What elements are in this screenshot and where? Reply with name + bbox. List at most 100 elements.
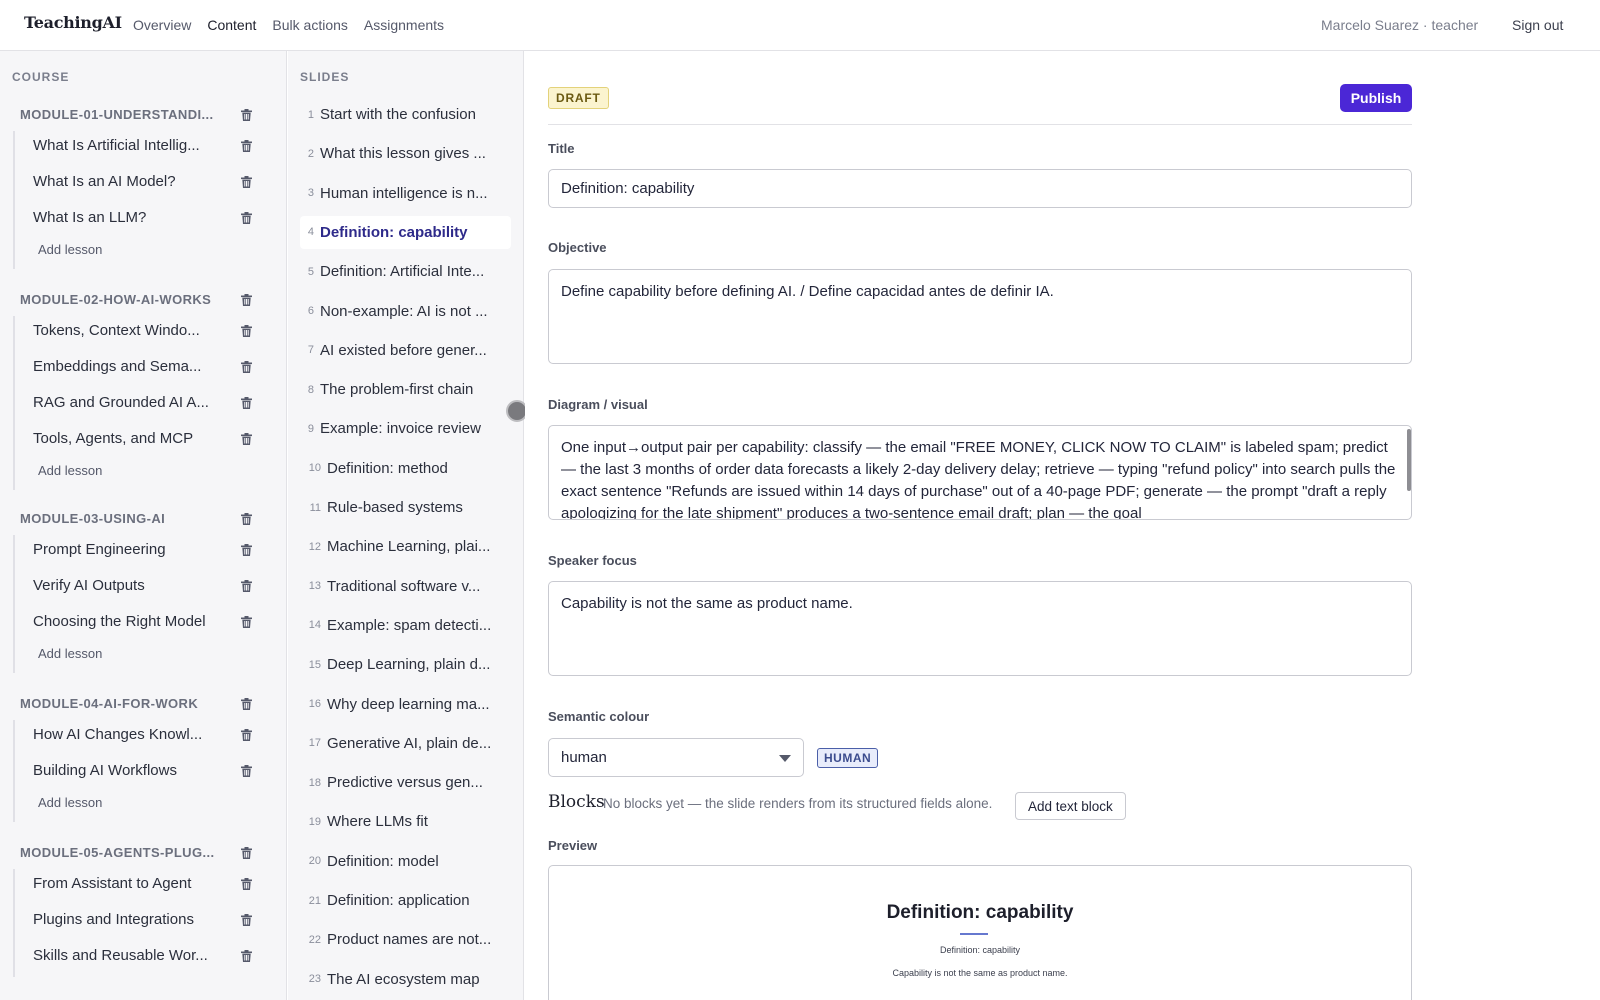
delete-lesson-icon[interactable] — [241, 729, 252, 741]
slide-item[interactable]: 15 Deep Learning, plain d... — [300, 648, 511, 681]
lesson-item[interactable]: Skills and Reusable Wor... — [33, 947, 215, 964]
slide-item[interactable]: 1 Start with the confusion — [300, 98, 511, 131]
nav-bulk-actions[interactable]: Bulk actions — [272, 17, 347, 33]
module-title[interactable]: MODULE-03-USING-AI — [20, 511, 220, 526]
delete-lesson-icon[interactable] — [241, 140, 252, 152]
add-lesson-button[interactable]: Add lesson — [38, 646, 102, 661]
chevron-down-icon — [779, 755, 791, 762]
slide-item[interactable]: 4 Definition: capability — [300, 215, 511, 249]
lesson-item[interactable]: Tokens, Context Windo... — [33, 322, 215, 339]
add-text-block-button[interactable]: Add text block — [1015, 792, 1126, 820]
delete-module-icon[interactable] — [241, 294, 252, 306]
slide-item[interactable]: 2 What this lesson gives ... — [300, 137, 511, 170]
slide-item[interactable]: 6 Non-example: AI is not ... — [300, 295, 511, 328]
lesson-item[interactable]: From Assistant to Agent — [33, 875, 215, 892]
delete-module-icon[interactable] — [241, 847, 252, 859]
slide-number: 19 — [308, 815, 321, 828]
slide-item[interactable]: 23 The AI ecosystem map — [300, 963, 511, 996]
module-title[interactable]: MODULE-04-AI-FOR-WORK — [20, 696, 220, 711]
delete-module-icon[interactable] — [241, 513, 252, 525]
slide-number: 8 — [307, 383, 314, 396]
objective-textarea[interactable]: Define capability before defining AI. / … — [548, 269, 1412, 364]
delete-lesson-icon[interactable] — [241, 212, 252, 224]
main-nav: Overview Content Bulk actions Assignment… — [133, 17, 460, 33]
delete-lesson-icon[interactable] — [241, 616, 252, 628]
nav-overview[interactable]: Overview — [133, 17, 191, 33]
slide-item[interactable]: 22 Product names are not... — [300, 923, 511, 956]
slide-number: 13 — [308, 580, 321, 593]
delete-lesson-icon[interactable] — [241, 325, 252, 337]
lesson-item[interactable]: Tools, Agents, and MCP — [33, 430, 215, 447]
module-title[interactable]: MODULE-01-UNDERSTANDI... — [20, 107, 220, 122]
slide-item[interactable]: 18 Predictive versus gen... — [300, 766, 511, 799]
lesson-item[interactable]: What Is an LLM? — [33, 209, 215, 226]
lesson-item[interactable]: RAG and Grounded AI A... — [33, 394, 215, 411]
slide-item[interactable]: 5 Definition: Artificial Inte... — [300, 255, 511, 288]
nav-content[interactable]: Content — [207, 17, 256, 33]
app-logo[interactable]: TeachingAI — [24, 13, 122, 32]
slide-item[interactable]: 21 Definition: application — [300, 884, 511, 917]
slide-title: Definition: application — [327, 892, 470, 909]
module-title[interactable]: MODULE-02-HOW-AI-WORKS — [20, 292, 220, 307]
slide-number: 11 — [309, 501, 321, 514]
slide-item[interactable]: 14 Example: spam detecti... — [300, 609, 511, 642]
slide-item[interactable]: 9 Example: invoice review — [300, 412, 511, 445]
preview-accent-bar — [960, 933, 988, 935]
slide-title: Human intelligence is n... — [320, 184, 488, 202]
diagram-textarea[interactable]: One input→output pair per capability: cl… — [548, 425, 1412, 520]
delete-lesson-icon[interactable] — [241, 361, 252, 373]
slide-item[interactable]: 16 Why deep learning ma... — [300, 688, 511, 721]
lesson-item[interactable]: How AI Changes Knowl... — [33, 726, 215, 743]
speaker-focus-textarea[interactable]: Capability is not the same as product na… — [548, 581, 1412, 676]
slides-list: SLIDES 1 Start with the confusion 2 What th… — [288, 51, 524, 1000]
slide-item[interactable]: 17 Generative AI, plain de... — [300, 727, 511, 760]
lesson-item[interactable]: What Is an AI Model? — [33, 173, 215, 190]
slide-item[interactable]: 20 Definition: model — [300, 845, 511, 878]
sign-out-link[interactable]: Sign out — [1512, 17, 1563, 33]
delete-lesson-icon[interactable] — [241, 580, 252, 592]
publish-button[interactable]: Publish — [1340, 84, 1412, 112]
delete-lesson-icon[interactable] — [241, 878, 252, 890]
lesson-item[interactable]: Embeddings and Sema... — [33, 358, 215, 375]
slide-number: 12 — [308, 540, 321, 553]
add-lesson-button[interactable]: Add lesson — [38, 463, 102, 478]
title-input[interactable] — [548, 169, 1412, 208]
nav-assignments[interactable]: Assignments — [364, 17, 444, 33]
slide-number: 7 — [307, 344, 314, 357]
slide-item[interactable]: 13 Traditional software v... — [300, 570, 511, 603]
delete-lesson-icon[interactable] — [241, 765, 252, 777]
delete-module-icon[interactable] — [241, 109, 252, 121]
delete-lesson-icon[interactable] — [241, 914, 252, 926]
lesson-item[interactable]: Prompt Engineering — [33, 541, 215, 558]
slide-number: 17 — [308, 737, 321, 750]
slide-item[interactable]: 11 Rule-based systems — [300, 491, 511, 524]
delete-lesson-icon[interactable] — [241, 176, 252, 188]
slide-title: What this lesson gives ... — [320, 145, 486, 163]
slide-number: 20 — [308, 855, 321, 868]
add-lesson-button[interactable]: Add lesson — [38, 795, 102, 810]
lesson-item[interactable]: Choosing the Right Model — [33, 613, 215, 630]
slide-number: 15 — [308, 658, 321, 671]
delete-lesson-icon[interactable] — [241, 544, 252, 556]
lesson-item[interactable]: Plugins and Integrations — [33, 911, 215, 928]
delete-lesson-icon[interactable] — [241, 950, 252, 962]
slide-item[interactable]: 7 AI existed before gener... — [300, 334, 511, 367]
delete-lesson-icon[interactable] — [241, 433, 252, 445]
module-title[interactable]: MODULE-05-AGENTS-PLUG... — [20, 845, 220, 860]
delete-module-icon[interactable] — [241, 698, 252, 710]
slide-item[interactable]: 10 Definition: method — [300, 452, 511, 485]
slide-item[interactable]: 3 Human intelligence is n... — [300, 177, 511, 210]
delete-lesson-icon[interactable] — [241, 397, 252, 409]
slide-item[interactable]: 19 Where LLMs fit — [300, 805, 511, 838]
diagram-scrollbar[interactable] — [1407, 429, 1411, 491]
lesson-item[interactable]: Verify AI Outputs — [33, 577, 215, 594]
semantic-colour-select[interactable]: human — [548, 738, 804, 777]
lesson-item[interactable]: Building AI Workflows — [33, 762, 215, 779]
blocks-heading: Blocks — [548, 792, 605, 812]
slide-item[interactable]: 8 The problem-first chain — [300, 373, 511, 406]
add-lesson-button[interactable]: Add lesson — [38, 242, 102, 257]
lesson-item[interactable]: What Is Artificial Intellig... — [33, 137, 215, 154]
slide-item[interactable]: 12 Machine Learning, plai... — [300, 530, 511, 563]
slide-title: Definition: capability — [320, 223, 468, 241]
slide-title: The problem-first chain — [320, 381, 474, 399]
